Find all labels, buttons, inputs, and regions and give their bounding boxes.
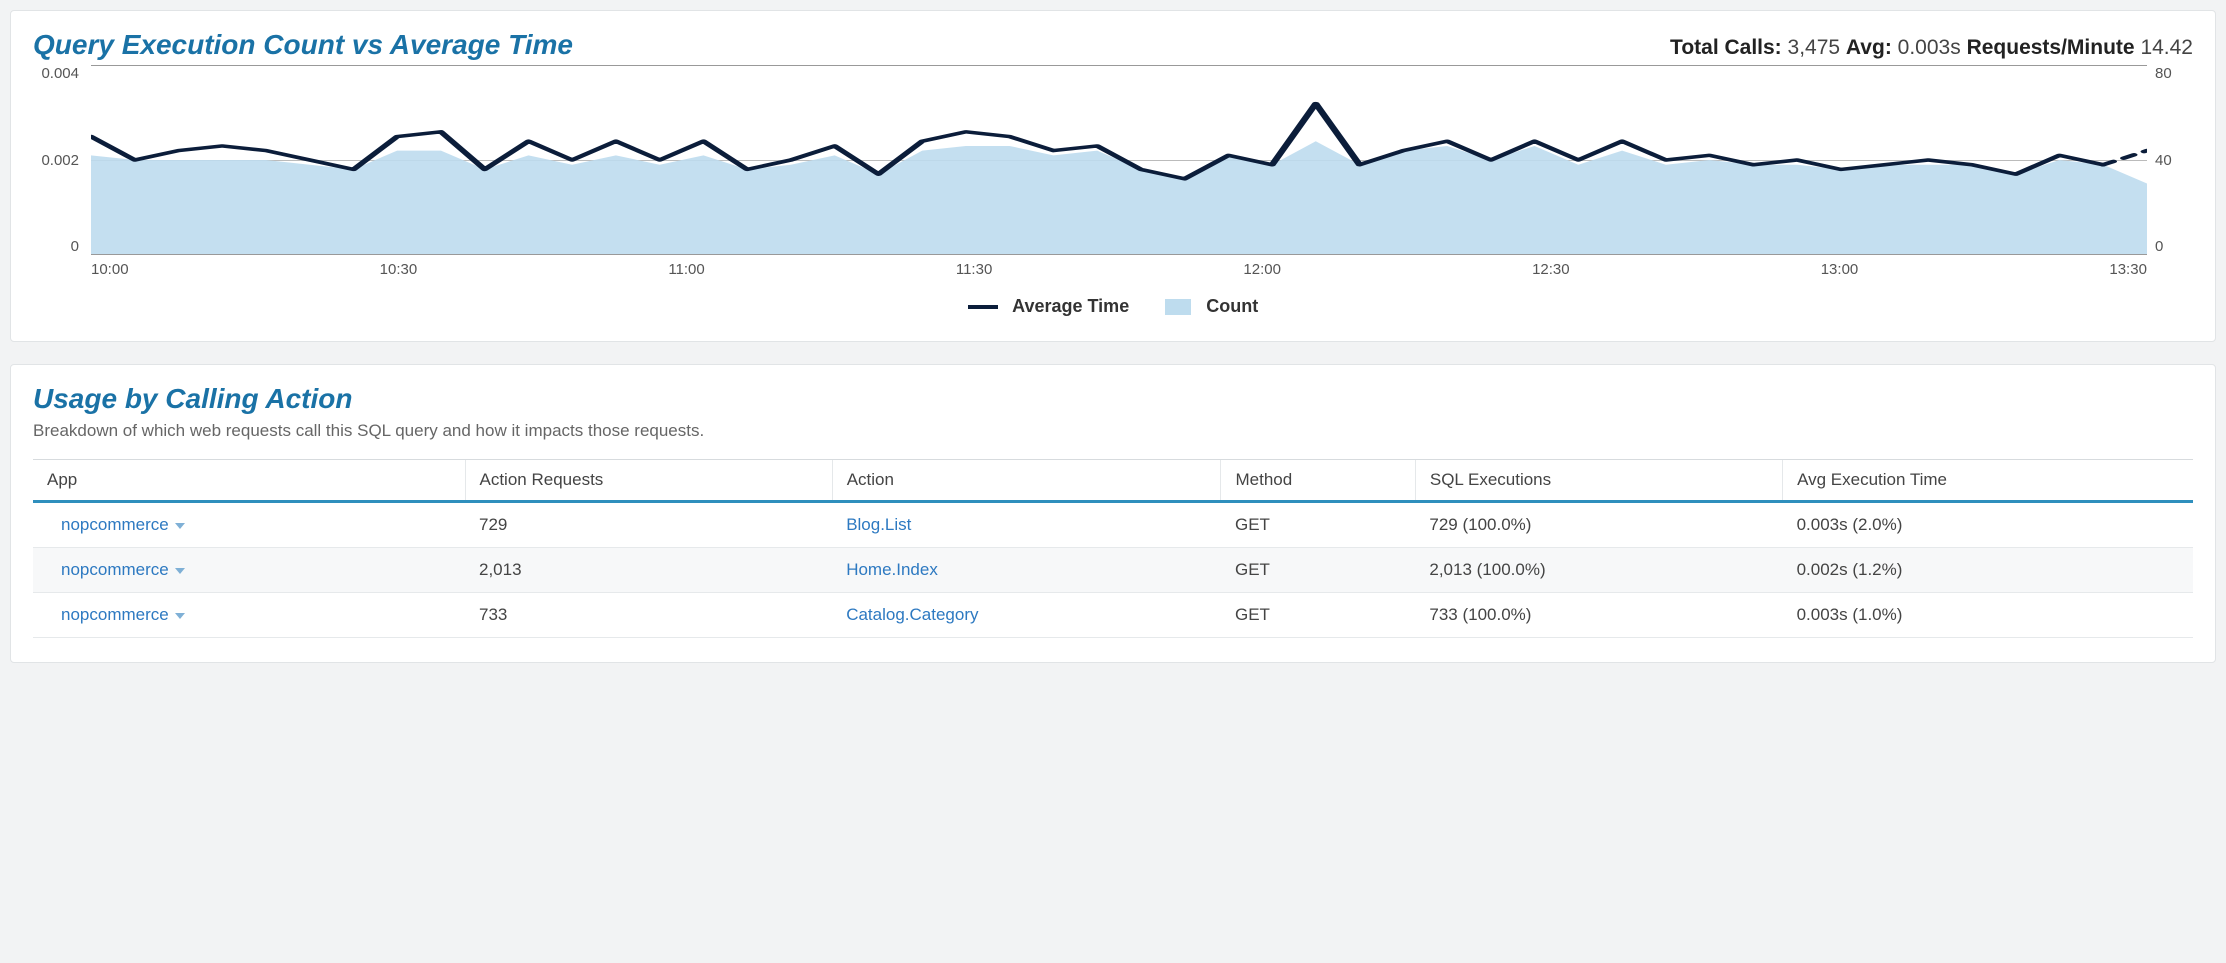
y-axis-right: 80 40 0 (2147, 65, 2193, 255)
chart-plot (91, 65, 2147, 255)
x-tick: 13:30 (2109, 261, 2147, 278)
col-action[interactable]: Action (832, 460, 1221, 502)
cell-avg: 0.003s (1.0%) (1783, 593, 2193, 638)
cell-app: nopcommerce (33, 502, 465, 548)
y-left-tick: 0.002 (33, 152, 79, 169)
chart-summary-stats: Total Calls: 3,475 Avg: 0.003s Requests/… (1670, 36, 2193, 60)
cell-sql: 733 (100.0%) (1415, 593, 1782, 638)
avg-value: 0.003s (1898, 36, 1961, 59)
caret-down-icon[interactable] (175, 568, 185, 574)
cell-method: GET (1221, 548, 1415, 593)
y-axis-left: 0.004 0.002 0 (33, 65, 87, 255)
col-avg[interactable]: Avg Execution Time (1783, 460, 2193, 502)
x-tick: 12:30 (1532, 261, 1570, 278)
cell-avg: 0.002s (1.2%) (1783, 548, 2193, 593)
action-link[interactable]: Blog.List (846, 515, 911, 534)
x-axis: 10:00 10:30 11:00 11:30 12:00 12:30 13:00 13:30 (91, 261, 2147, 278)
cell-sql: 729 (100.0%) (1415, 502, 1782, 548)
total-calls-label: Total Calls: (1670, 36, 1782, 59)
x-tick: 11:30 (956, 261, 992, 278)
col-sql[interactable]: SQL Executions (1415, 460, 1782, 502)
y-right-tick: 0 (2155, 238, 2193, 255)
cell-action: Home.Index (832, 548, 1221, 593)
x-tick: 10:00 (91, 261, 129, 278)
caret-down-icon[interactable] (175, 523, 185, 529)
legend-label-count: Count (1206, 296, 1258, 316)
cell-action: Blog.List (832, 502, 1221, 548)
caret-down-icon[interactable] (175, 613, 185, 619)
cell-sql: 2,013 (100.0%) (1415, 548, 1782, 593)
cell-requests: 733 (465, 593, 832, 638)
cell-avg: 0.003s (2.0%) (1783, 502, 2193, 548)
usage-panel: Usage by Calling Action Breakdown of whi… (10, 364, 2216, 663)
table-row: nopcommerce 733 Catalog.Category GET733 (10… (33, 593, 2193, 638)
x-tick: 10:30 (380, 261, 418, 278)
rpm-label: Requests/Minute (1967, 36, 2135, 59)
col-method[interactable]: Method (1221, 460, 1415, 502)
cell-action: Catalog.Category (832, 593, 1221, 638)
x-tick: 11:00 (668, 261, 704, 278)
total-calls-value: 3,475 (1788, 36, 1841, 59)
usage-table: App Action Requests Action Method SQL Ex… (33, 459, 2193, 638)
chart-area[interactable]: 0.004 0.002 0 80 40 0 10:00 10:30 11:00 11:… (33, 65, 2193, 317)
line-swatch-icon (968, 305, 998, 309)
usage-description: Breakdown of which web requests call thi… (33, 421, 2193, 441)
legend-item-count: Count (1165, 296, 1258, 317)
legend-label-avg: Average Time (1012, 296, 1129, 316)
col-requests[interactable]: Action Requests (465, 460, 832, 502)
usage-title: Usage by Calling Action (33, 383, 2193, 415)
y-left-tick: 0 (33, 238, 79, 255)
cell-method: GET (1221, 502, 1415, 548)
y-left-tick: 0.004 (33, 65, 79, 82)
chart-legend: Average Time Count (33, 296, 2193, 317)
cell-requests: 2,013 (465, 548, 832, 593)
cell-requests: 729 (465, 502, 832, 548)
table-row: nopcommerce 729 Blog.List GET729 (100.0%)0.… (33, 502, 2193, 548)
avg-time-line-dash (2103, 151, 2147, 165)
avg-label: Avg: (1846, 36, 1892, 59)
rpm-value: 14.42 (2140, 36, 2193, 59)
y-right-tick: 40 (2155, 152, 2193, 169)
action-link[interactable]: Home.Index (846, 560, 938, 579)
chart-title: Query Execution Count vs Average Time (33, 29, 573, 61)
usage-table-header-row: App Action Requests Action Method SQL Ex… (33, 460, 2193, 502)
app-link[interactable]: nopcommerce (61, 605, 169, 624)
action-link[interactable]: Catalog.Category (846, 605, 978, 624)
chart-panel: Query Execution Count vs Average Time To… (10, 10, 2216, 342)
col-app[interactable]: App (33, 460, 465, 502)
cell-app: nopcommerce (33, 593, 465, 638)
area-swatch-icon (1165, 299, 1191, 315)
x-tick: 12:00 (1243, 261, 1281, 278)
y-right-tick: 80 (2155, 65, 2193, 82)
chart-svg (91, 66, 2147, 254)
table-row: nopcommerce 2,013 Home.Index GET2,013 (100.… (33, 548, 2193, 593)
cell-method: GET (1221, 593, 1415, 638)
x-tick: 13:00 (1821, 261, 1859, 278)
app-link[interactable]: nopcommerce (61, 515, 169, 534)
cell-app: nopcommerce (33, 548, 465, 593)
legend-item-avg-time: Average Time (968, 296, 1129, 317)
app-link[interactable]: nopcommerce (61, 560, 169, 579)
